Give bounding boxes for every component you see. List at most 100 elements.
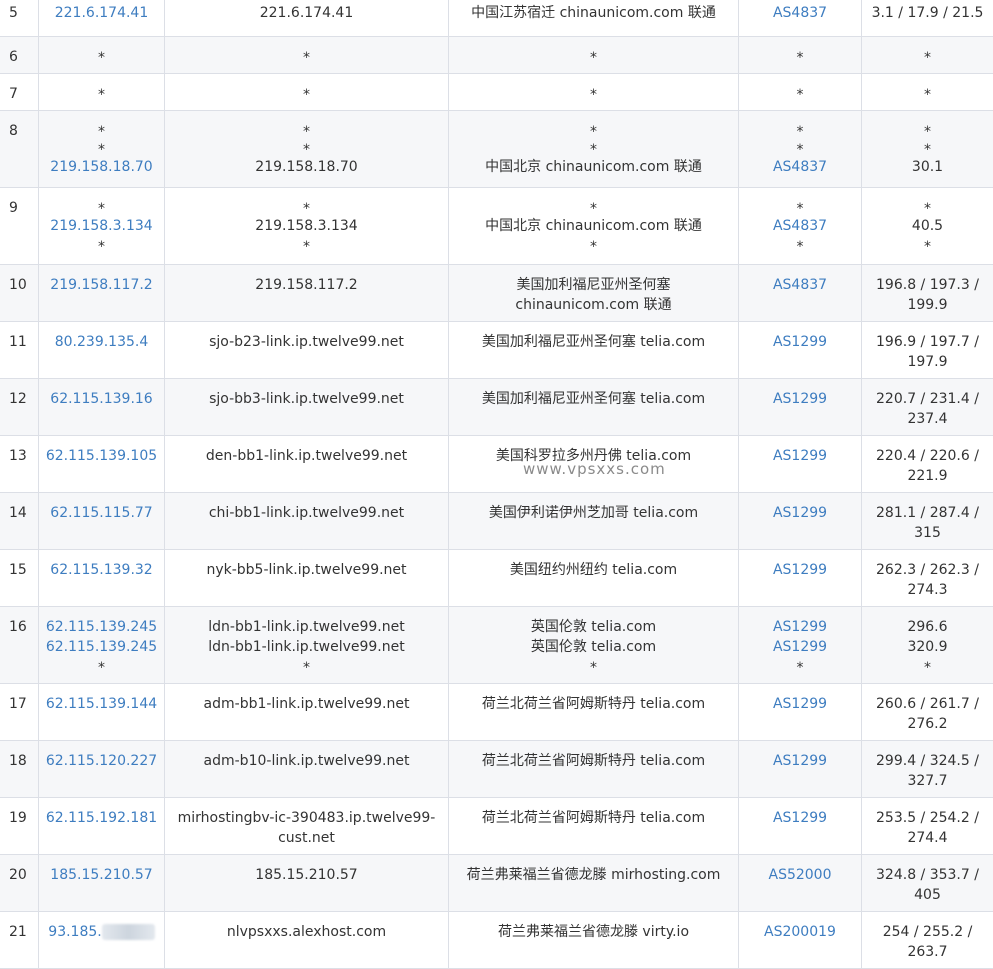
hop-asn-cell: AS1299 — [738, 798, 861, 854]
hop-asn-link[interactable]: AS200019 — [739, 922, 861, 942]
hop-ip-link[interactable]: 62.115.115.77 — [39, 503, 164, 523]
timeout-marker: * — [924, 87, 931, 103]
hop-ip-link[interactable]: 62.115.139.144 — [39, 694, 164, 714]
hop-ip-cell: 62.115.139.16 — [38, 379, 164, 435]
timeout-marker: * — [796, 239, 804, 255]
hop-asn-cell: AS1299 — [738, 550, 861, 606]
hop-ip-link[interactable]: 62.115.139.245 — [39, 637, 164, 657]
hop-number-cell: 21 — [0, 912, 38, 968]
hop-number: 16 — [9, 619, 27, 635]
hop-asn-link[interactable]: AS1299 — [739, 389, 861, 409]
hop-number-cell: 9 — [0, 188, 38, 264]
hop-ip-link[interactable]: 62.115.139.105 — [39, 446, 164, 466]
hop-number: 17 — [9, 696, 27, 712]
hop-number-cell: 10 — [0, 265, 38, 321]
hop-hostname-text: mirhostingbv-ic-390483.ip.twelve99- — [177, 810, 436, 826]
hop-asn-cell: AS1299 — [738, 684, 861, 740]
hop-hostname-cell: nyk-bb5-link.ip.twelve99.net — [164, 550, 448, 606]
hop-hostname-cell: den-bb1-link.ip.twelve99.net — [164, 436, 448, 492]
hop-location-cell: 美国加利福尼亚州圣何塞 chinaunicom.com 联通 — [448, 265, 738, 321]
hop-number: 19 — [9, 810, 27, 826]
hop-latency-text: 253.5 / 254.2 / — [876, 810, 979, 826]
hop-number-cell: 12 — [0, 379, 38, 435]
hop-ip-cell: 62.115.120.227 — [38, 741, 164, 797]
traceroute-table: 5 221.6.174.41 221.6.174.41 中国江苏宿迁 chinauni… — [0, 0, 993, 969]
hop-ip-cell: * * 219.158.18.70 — [38, 111, 164, 187]
hop-ip-link[interactable]: 80.239.135.4 — [39, 332, 164, 352]
hop-number: 15 — [9, 562, 27, 578]
hop-latency-text: 327.7 — [907, 773, 948, 789]
hop-latency-cell: 254 / 255.2 / 263.7 — [861, 912, 993, 968]
timeout-marker: * — [924, 239, 931, 255]
timeout-marker: * — [303, 142, 310, 158]
hop-ip-link[interactable]: 93.185. — [48, 924, 101, 940]
hop-ip-cell: 221.6.174.41 — [38, 0, 164, 36]
timeout-marker: * — [303, 50, 310, 66]
table-row: 18 62.115.120.227 adm-b10-link.ip.twelve99… — [0, 741, 993, 798]
hop-location-cell: 荷兰弗莱福兰省德龙滕 virty.io — [448, 912, 738, 968]
hop-location-cell: 荷兰北荷兰省阿姆斯特丹 telia.com — [448, 684, 738, 740]
hop-asn-link[interactable]: AS1299 — [739, 637, 861, 657]
hop-asn-link[interactable]: AS4837 — [739, 3, 861, 23]
hop-number: 11 — [9, 334, 27, 350]
hop-ip-cell: 62.115.139.32 — [38, 550, 164, 606]
timeout-marker: * — [924, 142, 931, 158]
hop-ip-link[interactable]: 221.6.174.41 — [39, 3, 164, 23]
hop-hostname-text: 185.15.210.57 — [255, 867, 358, 883]
timeout-marker: * — [924, 124, 931, 140]
hop-asn-link[interactable]: AS1299 — [739, 617, 861, 637]
hop-location-text: 荷兰弗莱福兰省德龙滕 virty.io — [497, 924, 690, 940]
hop-ip-cell: 185.15.210.57 — [38, 855, 164, 911]
hop-location-text: 荷兰弗莱福兰省德龙滕 mirhosting.com — [466, 867, 721, 883]
hop-ip-cell: 80.239.135.4 — [38, 322, 164, 378]
timeout-marker: * — [590, 142, 597, 158]
hop-number-cell: 6 — [0, 37, 38, 73]
table-row: 14 62.115.115.77 chi-bb1-link.ip.twelve99.… — [0, 493, 993, 550]
timeout-marker: * — [303, 660, 310, 676]
timeout-marker: * — [98, 50, 105, 66]
hop-ip-link[interactable]: 62.115.192.181 — [39, 808, 164, 828]
hop-asn-cell: * * AS4837 — [738, 111, 861, 187]
redacted-ip-blur — [101, 924, 155, 940]
hop-ip-link[interactable]: 62.115.120.227 — [39, 751, 164, 771]
hop-latency-cell: 324.8 / 353.7 / 405 — [861, 855, 993, 911]
timeout-marker: * — [303, 87, 310, 103]
timeout-marker: * — [98, 124, 105, 140]
hop-hostname-text: 219.158.18.70 — [255, 159, 358, 175]
hop-asn-cell: * — [738, 74, 861, 110]
hop-asn-link[interactable]: AS1299 — [739, 332, 861, 352]
timeout-marker: * — [303, 239, 310, 255]
hop-asn-link[interactable]: AS1299 — [739, 446, 861, 466]
table-row: 10 219.158.117.2 219.158.117.2 美国加利福尼亚州圣何塞 c… — [0, 265, 993, 322]
hop-latency-text: 320.9 — [907, 639, 948, 655]
hop-hostname-cell: sjo-b23-link.ip.twelve99.net — [164, 322, 448, 378]
hop-hostname-text: cust.net — [278, 830, 335, 846]
hop-asn-link[interactable]: AS1299 — [739, 503, 861, 523]
hop-asn-link[interactable]: AS52000 — [739, 865, 861, 885]
hop-asn-link[interactable]: AS4837 — [739, 216, 861, 236]
hop-latency-text: 196.9 / 197.7 / — [876, 334, 979, 350]
hop-ip-link[interactable]: 219.158.18.70 — [39, 157, 164, 177]
hop-hostname-cell: ldn-bb1-link.ip.twelve99.net ldn-bb1-link… — [164, 607, 448, 683]
hop-ip-link[interactable]: 62.115.139.245 — [39, 617, 164, 637]
hop-ip-cell: * — [38, 37, 164, 73]
hop-number-cell: 7 — [0, 74, 38, 110]
hop-ip-link[interactable]: 185.15.210.57 — [39, 865, 164, 885]
hop-asn-link[interactable]: AS1299 — [739, 694, 861, 714]
hop-ip-link[interactable]: 219.158.117.2 — [39, 275, 164, 295]
hop-location-cell: 美国加利福尼亚州圣何塞 telia.com — [448, 322, 738, 378]
hop-location-cell: 英国伦敦 telia.com 英国伦敦 telia.com * — [448, 607, 738, 683]
hop-location-text: 中国江苏宿迁 chinaunicom.com 联通 — [471, 5, 716, 21]
hop-asn-link[interactable]: AS4837 — [739, 157, 861, 177]
hop-asn-link[interactable]: AS4837 — [739, 275, 861, 295]
hop-asn-link[interactable]: AS1299 — [739, 751, 861, 771]
hop-hostname-text: chi-bb1-link.ip.twelve99.net — [208, 505, 405, 521]
hop-asn-link[interactable]: AS1299 — [739, 808, 861, 828]
hop-asn-link[interactable]: AS1299 — [739, 560, 861, 580]
hop-ip-link[interactable]: 219.158.3.134 — [39, 216, 164, 236]
hop-ip-link[interactable]: 62.115.139.16 — [39, 389, 164, 409]
hop-number-cell: 18 — [0, 741, 38, 797]
hop-ip-link[interactable]: 62.115.139.32 — [39, 560, 164, 580]
hop-latency-cell: 260.6 / 261.7 / 276.2 — [861, 684, 993, 740]
timeout-marker: * — [303, 201, 310, 217]
